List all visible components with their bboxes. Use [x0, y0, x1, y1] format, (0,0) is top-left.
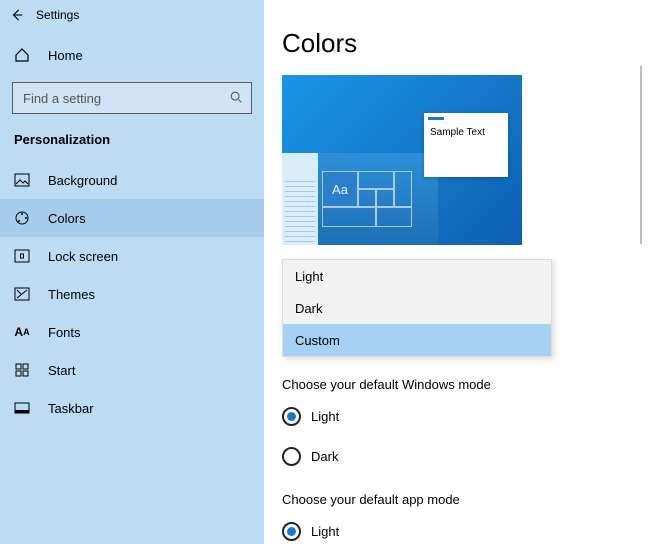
- preview-start-menu: [282, 153, 318, 245]
- tile: [322, 207, 376, 227]
- back-button[interactable]: [8, 6, 26, 24]
- tile: [358, 171, 394, 189]
- nav-item-label: Background: [48, 173, 117, 188]
- preview-tiles: Aa: [322, 171, 430, 241]
- app-mode-label: Choose your default app mode: [282, 492, 648, 507]
- fonts-icon: AA: [14, 324, 30, 340]
- color-preview: Aa Sample Text: [282, 75, 522, 245]
- radio-icon: [282, 447, 301, 466]
- preview-window: Sample Text: [424, 113, 508, 177]
- nav-item-colors[interactable]: Colors: [0, 199, 264, 237]
- radio-icon: [282, 407, 301, 426]
- nav-item-lock-screen[interactable]: Lock screen: [0, 237, 264, 275]
- sidebar: Settings Home Personalization Background…: [0, 0, 264, 544]
- home-icon: [14, 47, 30, 63]
- tile: [376, 189, 394, 207]
- search-input[interactable]: [21, 90, 201, 107]
- nav-item-label: Taskbar: [48, 401, 94, 416]
- windows-mode-dark[interactable]: Dark: [282, 440, 648, 472]
- section-title: Personalization: [0, 114, 264, 157]
- sample-text: Sample Text: [430, 127, 485, 138]
- nav-item-fonts[interactable]: AA Fonts: [0, 313, 264, 351]
- main-content: Colors Aa Sample Text Light Dark Custom …: [264, 0, 648, 544]
- radio-label: Light: [311, 524, 339, 539]
- lock-screen-icon: [14, 248, 30, 264]
- search-box[interactable]: [12, 82, 252, 114]
- nav-home[interactable]: Home: [0, 36, 264, 74]
- nav-item-label: Start: [48, 363, 75, 378]
- page-title: Colors: [282, 28, 648, 59]
- home-label: Home: [48, 48, 83, 63]
- app-title: Settings: [36, 0, 79, 30]
- nav-item-themes[interactable]: Themes: [0, 275, 264, 313]
- option-custom[interactable]: Custom: [283, 324, 551, 356]
- nav-item-label: Lock screen: [48, 249, 118, 264]
- tile: [394, 171, 412, 207]
- tile: [358, 189, 376, 207]
- color-mode-dropdown[interactable]: Light Dark Custom: [282, 259, 552, 357]
- start-icon: [14, 362, 30, 378]
- windows-mode-light[interactable]: Light: [282, 400, 648, 432]
- tile: [376, 207, 412, 227]
- palette-icon: [14, 210, 30, 226]
- nav-item-label: Themes: [48, 287, 95, 302]
- nav-item-label: Colors: [48, 211, 86, 226]
- radio-label: Light: [311, 409, 339, 424]
- option-dark[interactable]: Dark: [283, 292, 551, 324]
- tile-aa: Aa: [322, 171, 358, 207]
- radio-icon: [282, 522, 301, 541]
- nav-item-start[interactable]: Start: [0, 351, 264, 389]
- nav-item-label: Fonts: [48, 325, 81, 340]
- scrollbar[interactable]: [640, 66, 642, 244]
- nav-item-background[interactable]: Background: [0, 161, 264, 199]
- taskbar-icon: [14, 400, 30, 416]
- windows-mode-label: Choose your default Windows mode: [282, 377, 648, 392]
- nav-list: Background Colors Lock screen Themes AA …: [0, 161, 264, 427]
- search-icon: [229, 90, 243, 107]
- nav-item-taskbar[interactable]: Taskbar: [0, 389, 264, 427]
- radio-label: Dark: [311, 449, 338, 464]
- themes-icon: [14, 286, 30, 302]
- titlebar: Settings: [0, 0, 264, 30]
- app-mode-light[interactable]: Light: [282, 515, 648, 544]
- option-light[interactable]: Light: [283, 260, 551, 292]
- picture-icon: [14, 172, 30, 188]
